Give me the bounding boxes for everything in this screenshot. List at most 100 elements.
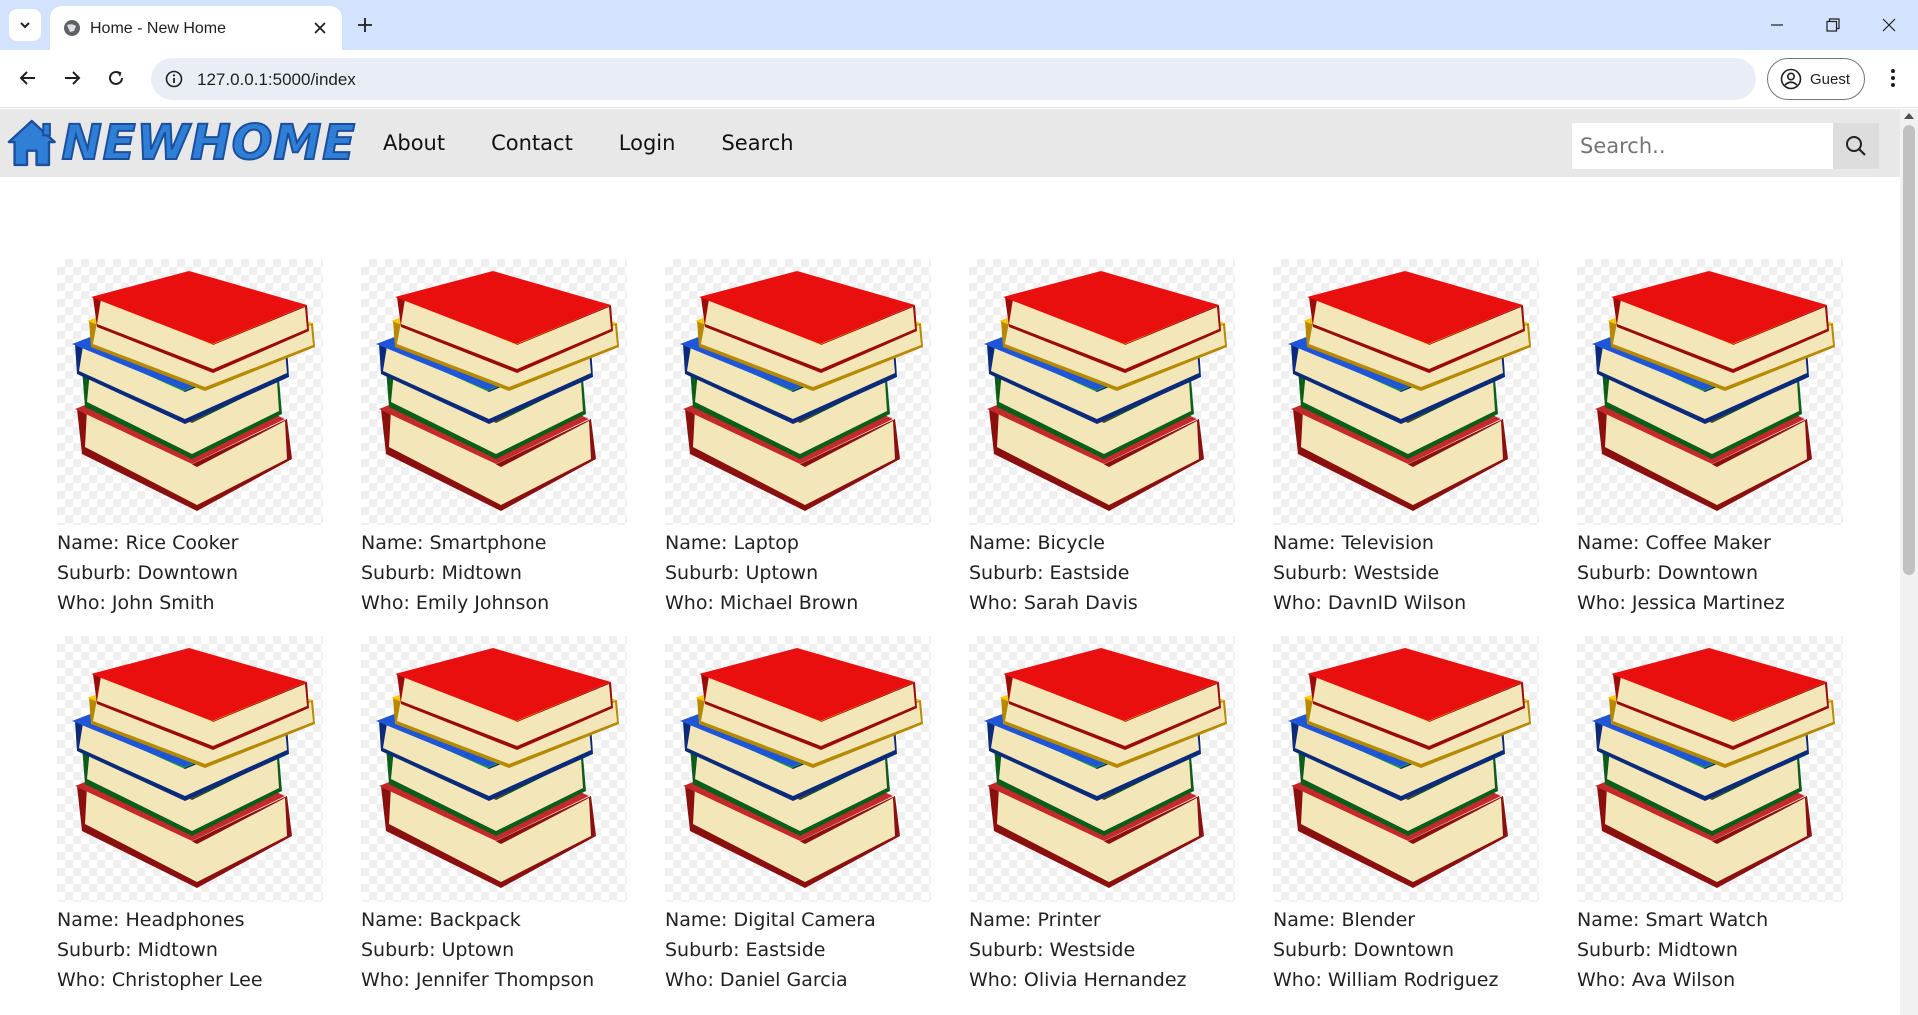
listing-who: Who: Jessica Martinez [1577, 592, 1785, 614]
listing-image[interactable] [969, 259, 1235, 525]
listing-card[interactable]: Name: Bicycle Suburb: Eastside Who: Sarah … [969, 259, 1235, 618]
close-window-button[interactable] [1862, 0, 1916, 50]
books-stack-icon [72, 648, 315, 888]
listing-image[interactable] [969, 636, 1235, 902]
books-stack-icon [1592, 648, 1835, 888]
listing-name: Name: Digital Camera [665, 909, 876, 931]
listing-name: Name: Laptop [665, 532, 799, 554]
listing-card[interactable]: Name: Television Suburb: Westside Who: Dav… [1273, 259, 1539, 618]
forward-button[interactable] [55, 61, 89, 95]
books-stack-icon [680, 648, 923, 888]
listing-who: Who: Sarah Davis [969, 592, 1138, 614]
page-content: NEWHOME About Contact Login Search Searc… [0, 109, 1900, 1015]
more-vert-icon [1891, 69, 1895, 87]
nav-contact-link[interactable]: Contact [468, 131, 596, 155]
profile-button[interactable]: Guest [1767, 58, 1865, 100]
listing-image[interactable] [57, 259, 323, 525]
url-text: 127.0.0.1:5000/index [197, 70, 356, 89]
listing-info: Name: Television Suburb: Westside Who: Dav… [1273, 528, 1539, 618]
listing-suburb: Suburb: Downtown [1577, 562, 1759, 584]
search-input[interactable] [1572, 123, 1833, 169]
site-logo[interactable]: NEWHOME [6, 113, 356, 173]
close-icon [1882, 18, 1896, 32]
scroll-thumb[interactable] [1903, 125, 1915, 575]
books-stack-icon [72, 271, 315, 511]
nav-about-link[interactable]: About [360, 131, 468, 155]
restore-button[interactable] [1806, 0, 1860, 50]
listing-name: Name: Blender [1273, 909, 1416, 931]
profile-label: Guest [1810, 70, 1851, 88]
browser-menu-button[interactable] [1876, 61, 1910, 95]
search-icon [1846, 136, 1866, 156]
listing-image[interactable] [57, 636, 323, 902]
reload-icon [109, 70, 123, 85]
nav-links: About Contact Login Search [360, 109, 817, 177]
browser-toolbar: 127.0.0.1:5000/index Guest [0, 50, 1918, 108]
listing-image[interactable] [665, 636, 931, 902]
search-button[interactable] [1833, 123, 1879, 169]
listing-who: Who: Christopher Lee [57, 969, 263, 991]
listing-suburb: Suburb: Downtown [1273, 939, 1455, 961]
listing-card[interactable]: Name: Coffee Maker Suburb: Downtown Who: J… [1577, 259, 1843, 618]
minimize-icon [1771, 24, 1783, 26]
listing-image[interactable] [1273, 259, 1539, 525]
minimize-button[interactable] [1750, 0, 1804, 50]
books-stack-icon [1288, 648, 1531, 888]
listing-name: Name: Backpack [361, 909, 521, 931]
listing-card[interactable]: Name: Digital Camera Suburb: Eastside Who:… [665, 636, 931, 995]
listing-suburb: Suburb: Midtown [361, 562, 522, 584]
nav-login-link[interactable]: Login [596, 131, 699, 155]
scroll-up-icon[interactable] [1904, 113, 1914, 119]
nav-search-link[interactable]: Search [698, 131, 816, 155]
restore-icon [1826, 18, 1840, 32]
listing-card[interactable]: Name: Rice Cooker Suburb: Downtown Who: Jo… [57, 259, 323, 618]
listing-who: Who: Jennifer Thompson [361, 969, 595, 991]
site-navbar: NEWHOME About Contact Login Search [0, 109, 1900, 177]
listing-image[interactable] [1577, 636, 1843, 902]
listing-image[interactable] [361, 259, 627, 525]
listing-info: Name: Headphones Suburb: Midtown Who: Chri… [57, 905, 323, 995]
listing-suburb: Suburb: Westside [1273, 562, 1440, 584]
site-info-icon[interactable] [163, 68, 185, 90]
arrow-left-icon [19, 71, 35, 85]
listing-card[interactable]: Name: Smart Watch Suburb: Midtown Who: Ava… [1577, 636, 1843, 995]
page-scrollbar[interactable] [1900, 109, 1918, 1015]
listing-card[interactable]: Name: Printer Suburb: Westside Who: Olivia… [969, 636, 1235, 995]
globe-icon [64, 20, 80, 36]
listing-info: Name: Laptop Suburb: Uptown Who: Michael B… [665, 528, 931, 618]
listing-suburb: Suburb: Uptown [665, 562, 819, 584]
new-tab-button[interactable] [352, 12, 378, 38]
listing-image[interactable] [1273, 636, 1539, 902]
close-tab-icon[interactable] [310, 18, 330, 38]
listing-card[interactable]: Name: Smartphone Suburb: Midtown Who: Emil… [361, 259, 627, 618]
listing-card[interactable]: Name: Blender Suburb: Downtown Who: Willia… [1273, 636, 1539, 995]
back-button[interactable] [11, 61, 45, 95]
listing-name: Name: Printer [969, 909, 1101, 931]
listing-card[interactable]: Name: Backpack Suburb: Uptown Who: Jennife… [361, 636, 627, 995]
listing-name: Name: Bicycle [969, 532, 1105, 554]
listing-name: Name: Coffee Maker [1577, 532, 1771, 554]
listing-info: Name: Blender Suburb: Downtown Who: Willia… [1273, 905, 1539, 995]
browser-tab-active[interactable]: Home - New Home [50, 6, 342, 50]
address-bar[interactable]: 127.0.0.1:5000/index [151, 58, 1756, 100]
listing-suburb: Suburb: Downtown [57, 562, 239, 584]
listing-suburb: Suburb: Westside [969, 939, 1136, 961]
books-stack-icon [984, 648, 1227, 888]
tab-search-button[interactable] [9, 9, 41, 41]
house-icon [7, 119, 56, 167]
listing-image[interactable] [361, 636, 627, 902]
listing-who: Who: Emily Johnson [361, 592, 550, 614]
listing-who: Who: John Smith [57, 592, 215, 614]
listing-image[interactable] [1577, 259, 1843, 525]
listing-card[interactable]: Name: Laptop Suburb: Uptown Who: Michael B… [665, 259, 931, 618]
reload-button[interactable] [99, 61, 133, 95]
account-icon [1780, 68, 1802, 90]
logo-text: NEWHOME [61, 115, 356, 171]
listing-image[interactable] [665, 259, 931, 525]
listing-card[interactable]: Name: Headphones Suburb: Midtown Who: Chri… [57, 636, 323, 995]
books-stack-icon [1592, 271, 1835, 511]
listing-who: Who: Ava Wilson [1577, 969, 1736, 991]
listing-suburb: Suburb: Midtown [1577, 939, 1738, 961]
books-stack-icon [1288, 271, 1531, 511]
browser-tabstrip: Home - New Home [0, 0, 1918, 50]
